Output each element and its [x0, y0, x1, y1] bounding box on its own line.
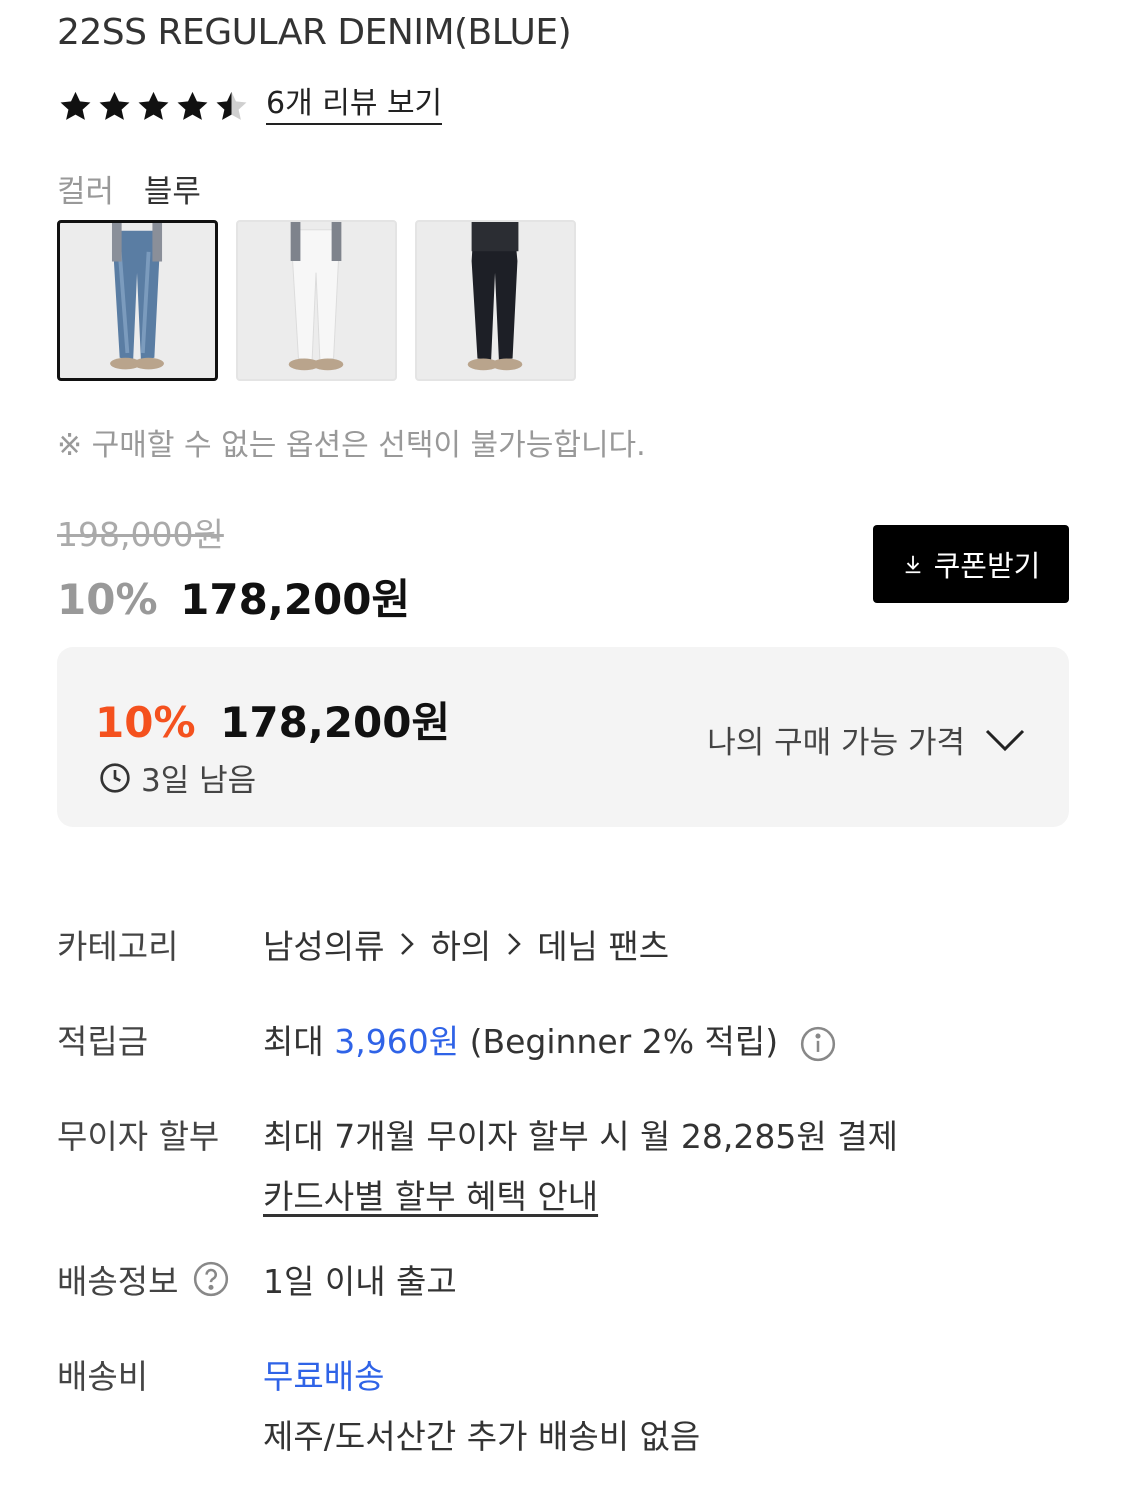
color-swatches	[57, 220, 576, 381]
black-jeans-image	[467, 222, 523, 371]
card-installment-link[interactable]: 카드사별 할부 혜택 안내	[263, 1177, 598, 1216]
shipping-fee-value: 무료배송 제주/도서산간 추가 배송비 없음	[263, 1350, 700, 1458]
swatch-white[interactable]	[236, 220, 397, 381]
blue-jeans-image	[110, 223, 164, 370]
sale-price-row: 10% 178,200원	[57, 566, 410, 627]
chevron-right-icon	[401, 933, 415, 955]
points-suffix: (Beginner 2% 적립)	[469, 1022, 779, 1061]
free-shipping: 무료배송	[263, 1357, 385, 1396]
color-selector-label: 컬러 블루	[57, 166, 201, 211]
sale-price: 178,200원	[180, 575, 411, 624]
breadcrumb: 남성의류 하의 데님 팬츠	[263, 920, 669, 968]
color-label: 컬러	[57, 174, 115, 210]
star-icon	[177, 91, 208, 120]
star-icon	[138, 91, 169, 120]
breadcrumb-item[interactable]: 남성의류	[263, 920, 384, 968]
my-price-discount: 10%	[95, 698, 196, 747]
my-price-toggle[interactable]: 나의 구매 가능 가격	[707, 717, 1025, 762]
points-value: 최대 3,960원 (Beginner 2% 적립)	[263, 1015, 837, 1063]
coupon-button-label: 쿠폰받기	[933, 549, 1041, 583]
chevron-down-icon	[985, 729, 1025, 751]
delivery-info-label-group: 배송정보	[57, 1255, 230, 1303]
my-price-toggle-label: 나의 구매 가능 가격	[707, 725, 965, 761]
category-label: 카테고리	[57, 927, 179, 966]
chevron-right-icon	[508, 933, 521, 955]
my-price-panel: 10% 178,200원 3일 남음 나의 구매 가능 가격	[57, 647, 1069, 827]
breadcrumb-item[interactable]: 하의	[430, 920, 491, 968]
rating-stars	[57, 88, 250, 125]
shipping-note: 제주/도서산간 추가 배송비 없음	[263, 1417, 701, 1456]
option-notice: ※ 구매할 수 없는 옵션은 선택이 불가능합니다.	[57, 428, 646, 463]
download-icon	[905, 555, 920, 574]
points-label: 적립금	[57, 1022, 149, 1061]
original-price: 198,000원	[57, 515, 224, 554]
breadcrumb-item[interactable]: 데님 팬츠	[537, 920, 669, 968]
color-value: 블루	[143, 174, 201, 210]
my-price-amount: 10% 178,200원	[95, 689, 450, 750]
white-jeans-image	[288, 222, 344, 371]
delivery-info-label: 배송정보	[57, 1262, 179, 1301]
points-amount: 3,960원	[334, 1022, 460, 1061]
coupon-download-button[interactable]: 쿠폰받기	[873, 525, 1069, 603]
product-title: 22SS REGULAR DENIM(BLUE)	[57, 12, 572, 53]
points-prefix: 최대	[263, 1022, 324, 1061]
star-icon	[60, 91, 91, 120]
remaining-text: 3일 남음	[141, 763, 257, 799]
swatch-blue[interactable]	[57, 220, 218, 381]
swatch-black[interactable]	[415, 220, 576, 381]
installment-value: 최대 7개월 무이자 할부 시 월 28,285원 결제 카드사별 할부 혜택 …	[263, 1110, 898, 1218]
shipping-fee-label: 배송비	[57, 1357, 149, 1396]
clock-icon	[100, 762, 130, 793]
my-price-value: 178,200원	[220, 698, 451, 747]
delivery-info-value: 1일 이내 출고	[263, 1262, 457, 1301]
info-icon[interactable]	[799, 1025, 837, 1063]
help-icon[interactable]	[192, 1260, 230, 1298]
reviews-link[interactable]: 6개 리뷰 보기	[266, 88, 443, 125]
time-remaining: 3일 남음	[99, 755, 256, 800]
installment-label: 무이자 할부	[57, 1117, 220, 1156]
installment-text: 최대 7개월 무이자 할부 시 월 28,285원 결제	[263, 1117, 898, 1156]
discount-rate: 10%	[57, 575, 158, 624]
half-star-icon	[216, 91, 247, 120]
star-icon	[99, 91, 130, 120]
rating-row: 6개 리뷰 보기	[57, 88, 443, 125]
